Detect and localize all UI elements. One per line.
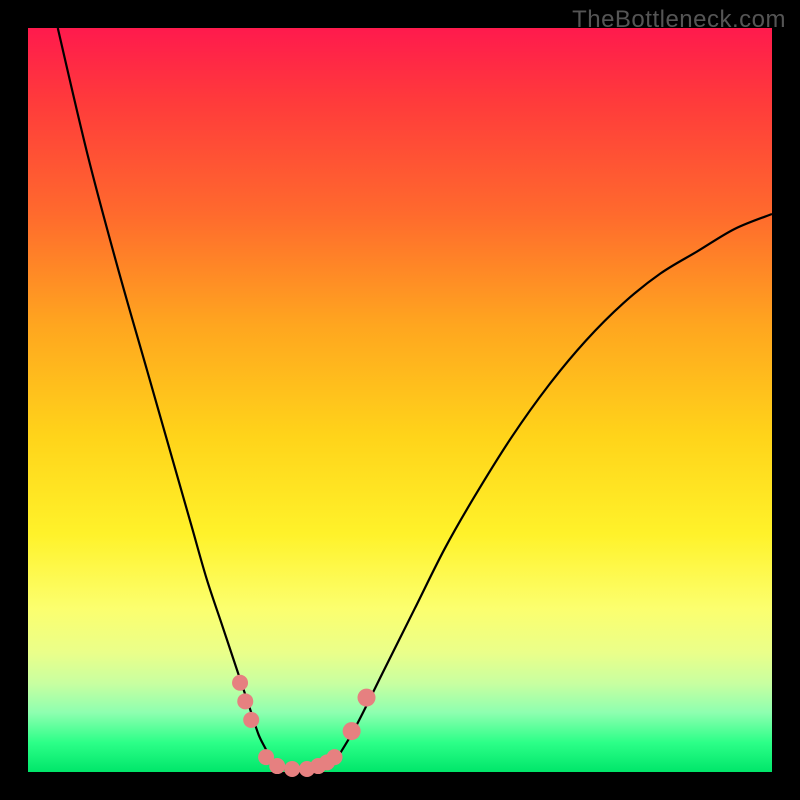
bottleneck-curve — [58, 28, 772, 771]
data-marker — [232, 675, 248, 691]
chart-plot-area — [28, 28, 772, 772]
data-marker — [343, 722, 361, 740]
marker-layer — [232, 675, 375, 777]
curve-layer — [58, 28, 772, 771]
watermark-text: TheBottleneck.com — [572, 6, 786, 34]
chart-frame: TheBottleneck.com — [0, 0, 800, 800]
data-marker — [237, 693, 253, 709]
data-marker — [358, 689, 376, 707]
data-marker — [327, 749, 343, 765]
chart-svg — [28, 28, 772, 772]
data-marker — [243, 712, 259, 728]
data-marker — [269, 758, 285, 774]
data-marker — [284, 761, 300, 777]
